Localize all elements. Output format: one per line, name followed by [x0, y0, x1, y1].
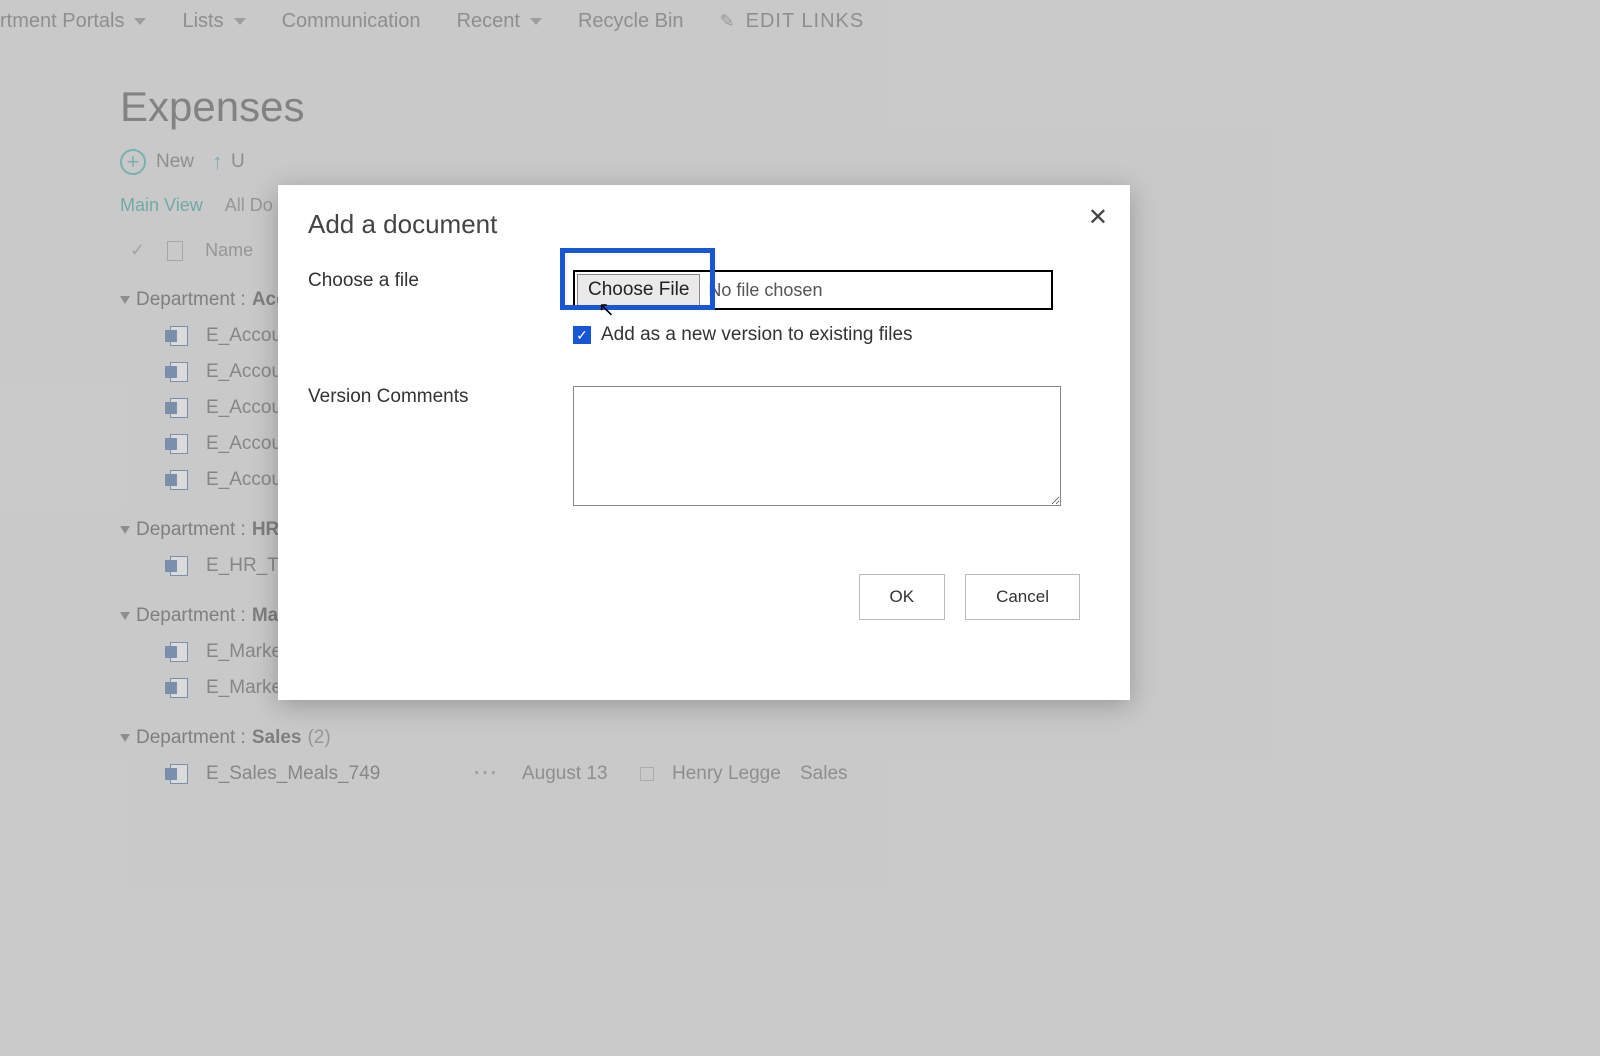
- version-comments-label: Version Comments: [308, 386, 573, 511]
- version-comments-input[interactable]: [573, 386, 1061, 506]
- add-document-dialog: Add a document ✕ Choose a file Choose Fi…: [278, 185, 1130, 700]
- choose-file-button[interactable]: Choose File: [577, 274, 700, 306]
- cancel-button[interactable]: Cancel: [965, 574, 1080, 620]
- checkbox-checked-icon[interactable]: ✓: [573, 326, 591, 344]
- choose-file-label: Choose a file: [308, 270, 573, 346]
- add-version-checkbox-row[interactable]: ✓ Add as a new version to existing files: [573, 324, 1100, 346]
- ok-button[interactable]: OK: [859, 574, 946, 620]
- add-version-label: Add as a new version to existing files: [601, 324, 913, 346]
- dialog-title: Add a document: [308, 209, 1100, 240]
- file-input-status: No file chosen: [708, 280, 822, 301]
- file-input[interactable]: Choose File No file chosen: [573, 270, 1053, 310]
- close-icon[interactable]: ✕: [1088, 203, 1108, 232]
